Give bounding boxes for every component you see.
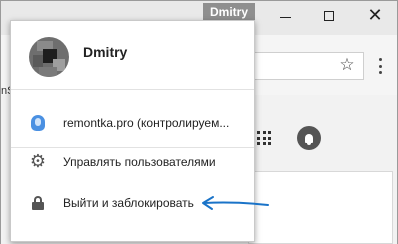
menu-item-manage-users[interactable]: ⚙ Управлять пользователями <box>11 142 254 182</box>
profile-header: Dmitry <box>11 21 254 90</box>
bell-icon[interactable] <box>297 126 321 150</box>
menu-item-label: remontka.pro (контролируем... <box>63 116 230 130</box>
lock-icon <box>29 194 47 212</box>
menu-item-label: Управлять пользователями <box>63 155 216 169</box>
gear-icon: ⚙ <box>29 151 47 172</box>
avatar <box>29 37 69 77</box>
menu-item-label: Выйти и заблокировать <box>63 196 194 210</box>
supervised-user-icon <box>29 114 47 132</box>
vertical-dots-icon[interactable] <box>375 58 385 74</box>
minimize-button[interactable] <box>271 5 299 27</box>
menu-item-supervised-profile[interactable]: remontka.pro (контролируем... <box>11 103 254 143</box>
apps-grid-icon[interactable] <box>257 131 271 145</box>
profile-button[interactable]: Dmitry <box>203 3 255 21</box>
close-icon: ✕ <box>367 5 383 26</box>
maximize-icon <box>324 11 334 21</box>
maximize-button[interactable] <box>315 5 343 27</box>
star-icon[interactable]: ☆ <box>338 55 356 75</box>
close-button[interactable]: ✕ <box>361 5 389 27</box>
annotation-arrow <box>202 196 269 210</box>
user-name: Dmitry <box>83 44 128 60</box>
minimize-icon <box>279 16 291 18</box>
